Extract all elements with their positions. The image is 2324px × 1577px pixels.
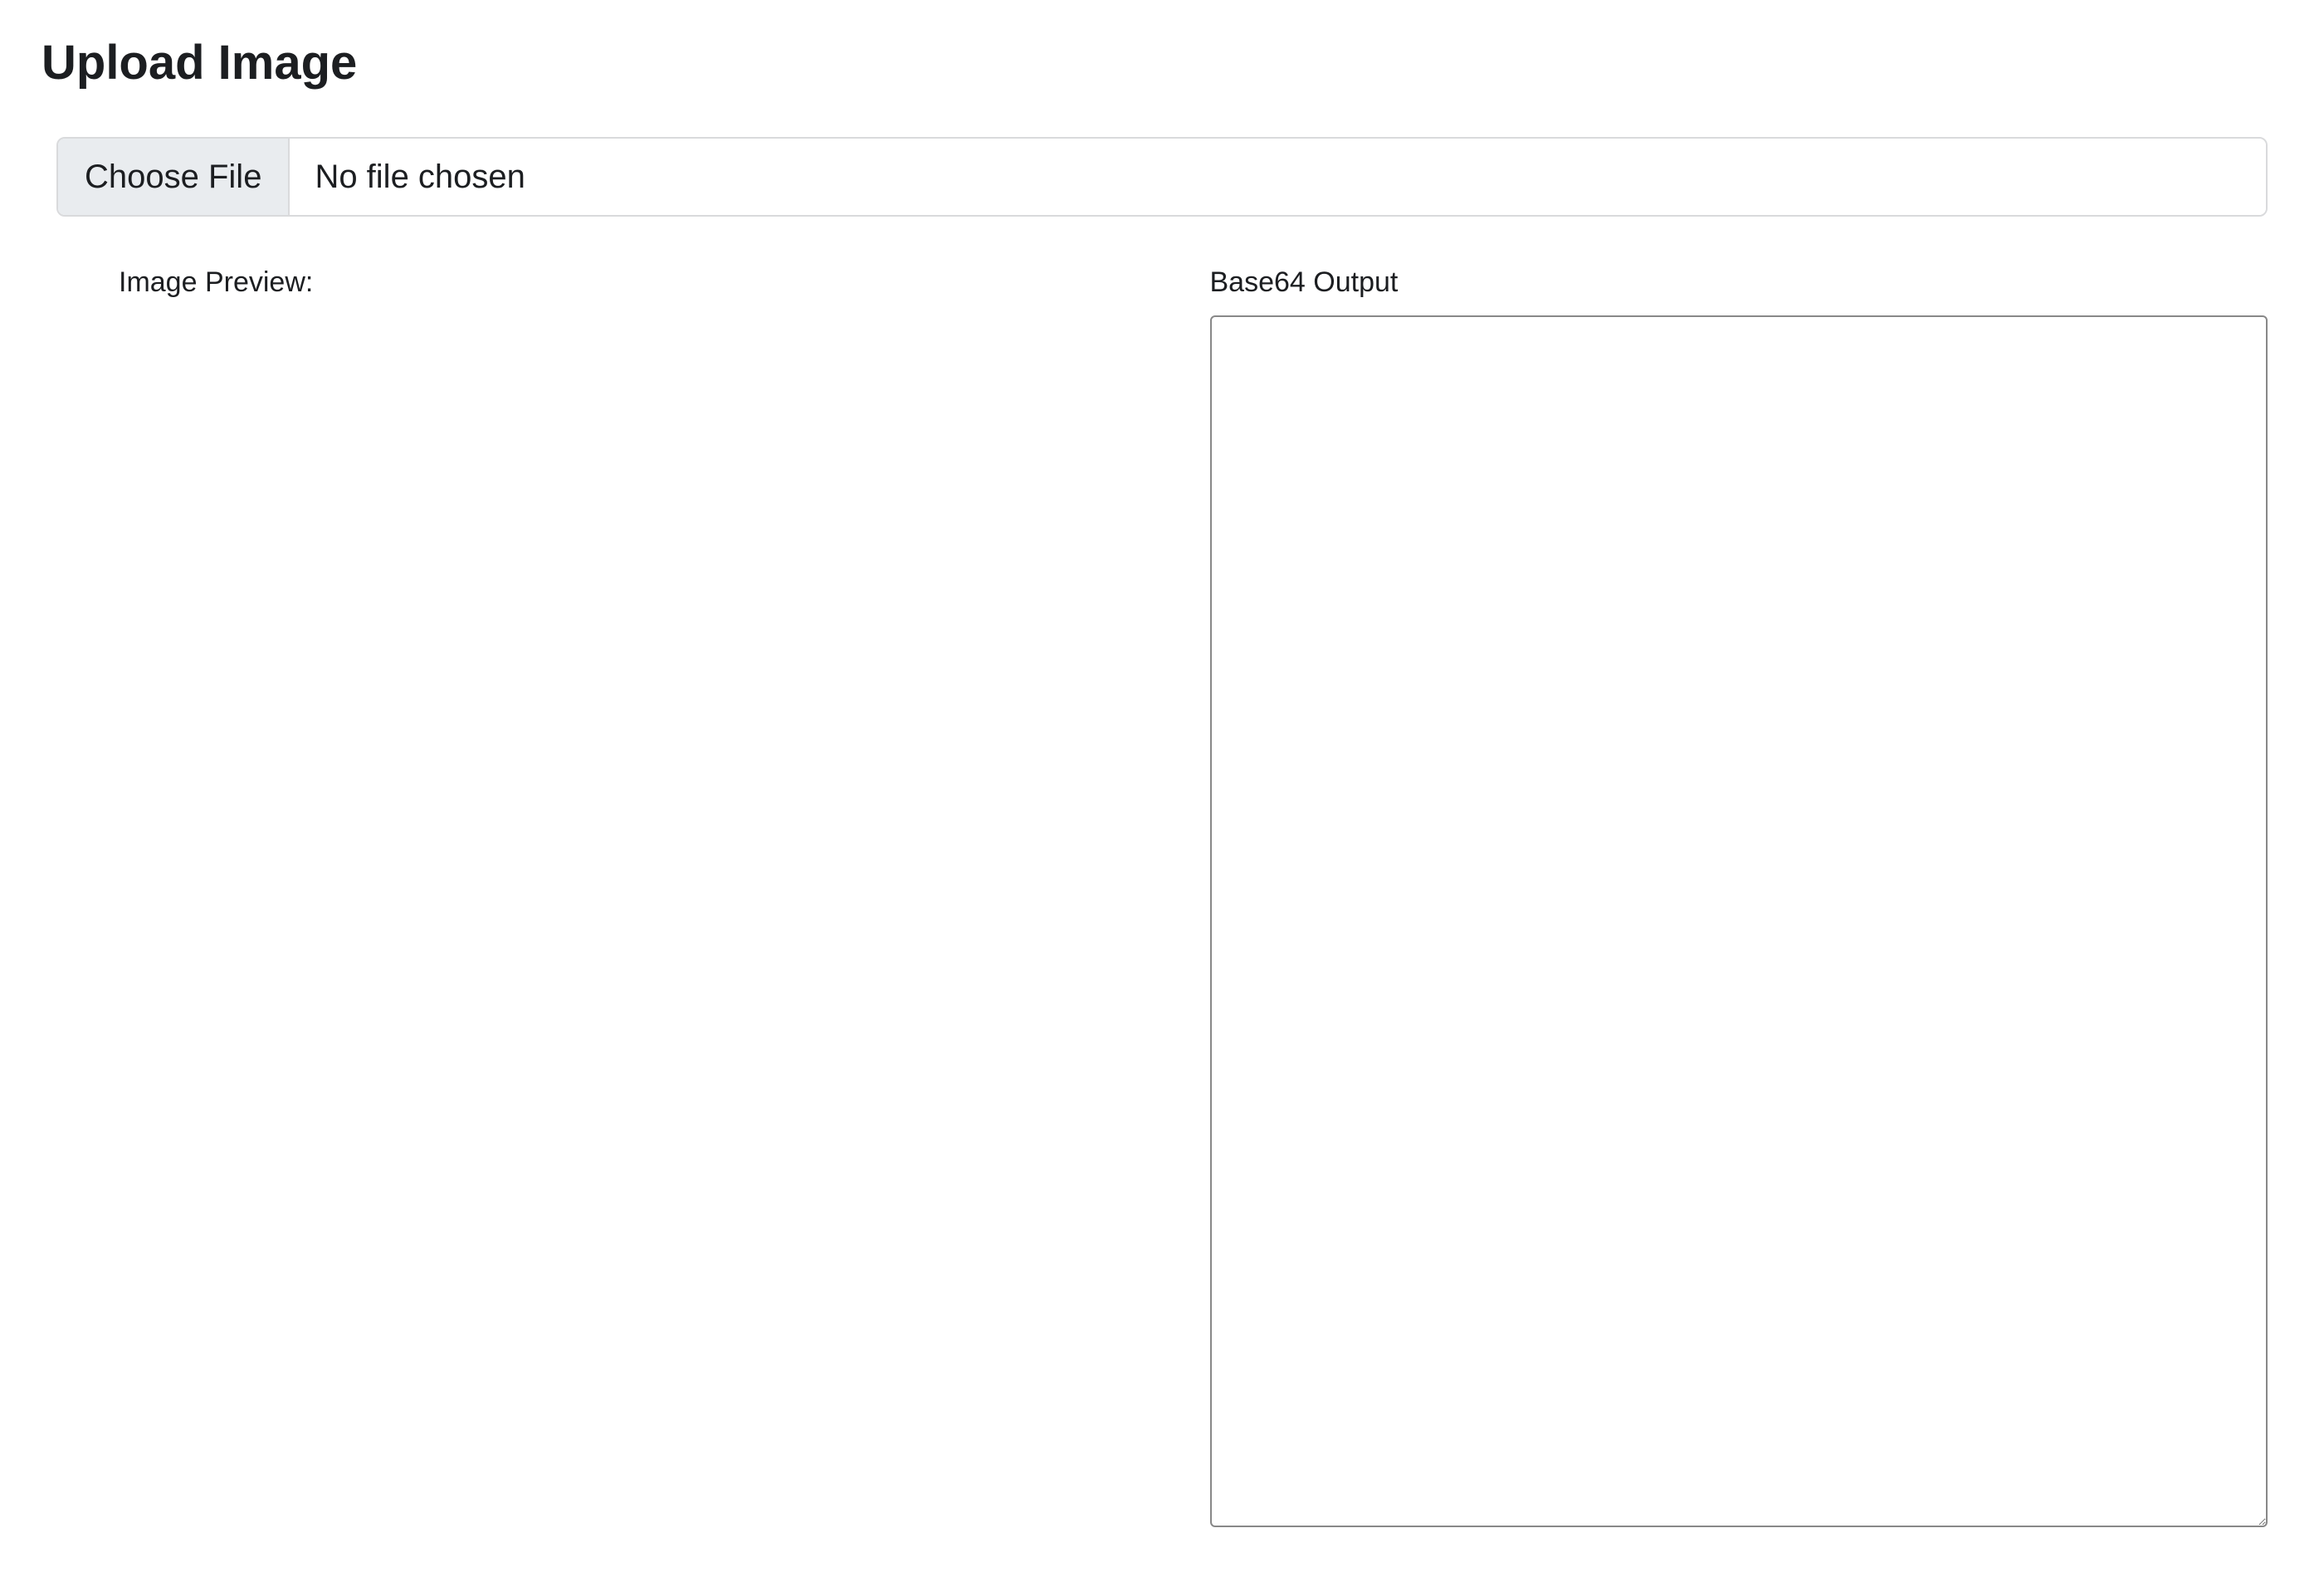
image-preview-label: Image Preview: xyxy=(119,266,1177,299)
file-input[interactable]: Choose File No file chosen xyxy=(56,137,2268,217)
page-title: Upload Image xyxy=(42,35,2282,90)
file-name-display: No file chosen xyxy=(290,139,2266,215)
content-row: Image Preview: Base64 Output xyxy=(56,266,2268,1531)
base64-output-label: Base64 Output xyxy=(1210,266,2268,299)
choose-file-button[interactable]: Choose File xyxy=(58,139,290,215)
base64-output-textarea[interactable] xyxy=(1210,315,2268,1527)
image-preview-section: Image Preview: xyxy=(56,266,1177,1531)
file-input-container: Choose File No file chosen xyxy=(56,137,2268,217)
base64-output-section: Base64 Output xyxy=(1210,266,2268,1531)
